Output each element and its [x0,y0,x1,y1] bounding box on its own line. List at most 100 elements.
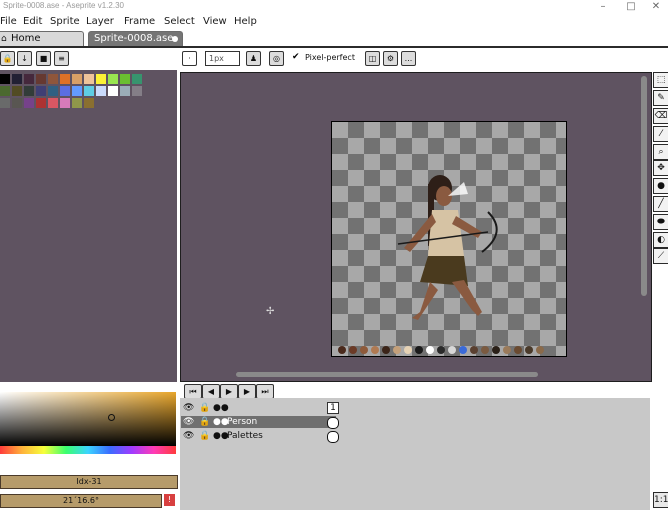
menu-edit[interactable]: Edit [23,16,42,27]
menu-frame[interactable]: Frame [124,16,155,27]
palette-swatch[interactable] [24,98,34,108]
next-frame-button[interactable]: ▶ [238,384,256,399]
palette-swatch[interactable] [48,98,58,108]
lock-icon[interactable]: 🔒 [199,416,210,428]
eye-icon[interactable]: 👁 [183,430,194,442]
eye-icon[interactable]: 👁 [183,402,194,414]
maximize-button[interactable]: □ [618,0,644,14]
menu-file[interactable]: File [0,16,17,27]
palette-menu-button[interactable]: ≡ [54,51,69,66]
fill-tool[interactable]: ● [653,178,668,194]
zoom-reset-button[interactable]: 1:1 [653,492,668,508]
ellipse-tool[interactable]: ⬬ [653,214,668,230]
menu-layer[interactable]: Layer [86,16,114,27]
frame-number[interactable]: 1 [327,402,339,414]
palette-swatch[interactable] [24,74,34,84]
options-button[interactable]: ⚙ [383,51,398,66]
pencil-tool[interactable]: ✎ [653,90,668,106]
play-button[interactable]: ▶ [220,384,238,399]
layer-row-person[interactable]: 👁 🔒 ●● Person [181,416,339,429]
first-frame-button[interactable]: ⏮ [184,384,202,399]
warning-icon[interactable]: ! [164,494,175,506]
brush-size-input[interactable]: 1px [205,51,240,66]
lock-icon[interactable]: 🔒 [199,402,210,414]
palette-swatch[interactable] [120,86,130,96]
prev-frame-button[interactable]: ◀ [202,384,220,399]
menu-view[interactable]: View [203,16,227,27]
palette-swatch[interactable] [48,86,58,96]
palette-lock-button[interactable]: 🔒 [0,51,15,66]
brush-pressure-button[interactable]: ♟ [246,51,261,66]
palette-swatch[interactable] [36,86,46,96]
marquee-tool[interactable]: ⬚ [653,72,668,88]
eye-icon[interactable]: 👁 [183,416,194,428]
color-coords-bar[interactable]: 21´16.6° [0,494,162,508]
tab-sprite[interactable]: Sprite-0008.ase [88,31,183,46]
color-field[interactable] [0,392,176,446]
more-button[interactable]: ... [401,51,416,66]
lock-icon[interactable]: 🔒 [199,430,210,442]
palette-swatch[interactable] [72,98,82,108]
palette-sort-button[interactable]: ■ [36,51,51,66]
palette-down-button[interactable]: ↓ [17,51,32,66]
palette-swatch[interactable] [60,98,70,108]
hue-slider[interactable] [0,446,176,454]
checkmark-icon[interactable]: ✔ [292,52,300,62]
vertical-scrollbar[interactable] [641,76,647,296]
blur-tool[interactable]: ⟋ [653,248,668,264]
tab-home[interactable]: ⌂ Home [0,31,84,46]
palette-swatch[interactable] [12,98,22,108]
eraser-icon: ⌫ [654,111,668,121]
palette-swatch[interactable] [12,86,22,96]
pixel-perfect-label[interactable]: Pixel-perfect [305,53,355,62]
palette-swatch[interactable] [36,98,46,108]
palette-swatch[interactable] [132,86,142,96]
palette-swatch[interactable] [0,98,10,108]
palette-swatch[interactable] [12,74,22,84]
last-frame-button[interactable]: ⏭ [256,384,274,399]
line-tool[interactable]: ╱ [653,196,668,212]
layer-row-palettes[interactable]: 👁 🔒 ●● Palettes [181,430,339,443]
move-tool[interactable]: ✥ [653,160,668,176]
palette-swatch[interactable] [0,86,10,96]
cel-dot-icon[interactable] [327,417,339,429]
color-index-bar[interactable]: Idx-31 [0,475,178,489]
zoom-tool[interactable]: ⌕ [653,144,668,160]
palette-swatch[interactable] [108,86,118,96]
sprite-canvas[interactable] [331,121,567,357]
dot-icon[interactable] [172,36,178,42]
palette-swatch[interactable] [96,74,106,84]
palette-swatch[interactable] [96,86,106,96]
palette-swatch[interactable] [108,74,118,84]
palette-swatch[interactable] [84,86,94,96]
palette-swatch[interactable] [132,74,142,84]
brush-type-button[interactable]: · [182,51,197,66]
palette-swatch[interactable] [60,86,70,96]
palette-swatch[interactable] [120,74,130,84]
layer-name[interactable]: Palettes [227,430,263,442]
palette-swatch[interactable] [72,74,82,84]
palette-swatch[interactable] [60,74,70,84]
contour-tool[interactable]: ◐ [653,232,668,248]
menu-sprite[interactable]: Sprite [50,16,80,27]
horizontal-scrollbar[interactable] [236,372,538,377]
cel-dot-icon[interactable] [327,431,339,443]
menu-help[interactable]: Help [234,16,257,27]
palette-swatch[interactable] [84,74,94,84]
palette-swatch[interactable] [0,74,10,84]
close-button[interactable]: ✕ [643,0,668,14]
menu-select[interactable]: Select [164,16,195,27]
palette-swatch[interactable] [48,74,58,84]
eraser-tool[interactable]: ⌫ [653,108,668,124]
eyedropper-tool[interactable]: ⁄ [653,126,668,142]
symmetry-button[interactable]: ◫ [365,51,380,66]
palette-swatch[interactable] [72,86,82,96]
ink-button[interactable]: ◎ [269,51,284,66]
palette-swatch[interactable] [24,86,34,96]
palette-swatch[interactable] [36,74,46,84]
minimize-button[interactable]: – [590,0,616,14]
color-cursor-icon[interactable] [108,414,115,421]
palette-swatch[interactable] [84,98,94,108]
layer-name[interactable]: Person [227,416,257,428]
link-icon[interactable]: ●● [213,402,229,414]
